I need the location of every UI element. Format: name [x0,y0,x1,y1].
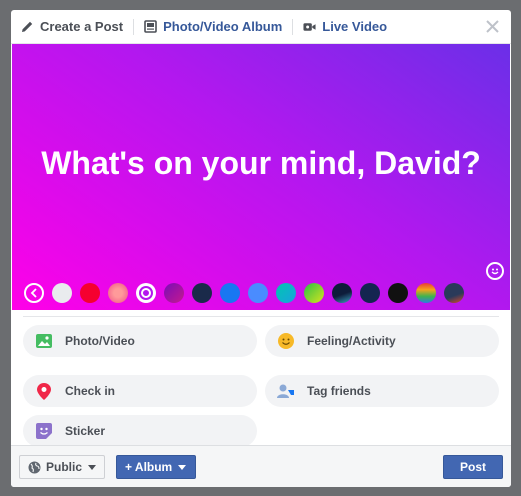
background-swatch[interactable] [108,283,128,303]
audience-label: Public [46,460,83,474]
emoji-button[interactable] [486,262,504,280]
tab-photo-album-label: Photo/Video Album [163,19,283,34]
background-swatch[interactable] [248,283,268,303]
tab-live-video[interactable]: Live Video [303,10,387,44]
tab-separator [292,18,294,35]
audience-selector[interactable]: Public [19,455,105,479]
add-album-label: + Album [125,460,173,474]
background-picker [24,283,472,303]
background-swatch[interactable] [332,283,352,303]
tab-live-video-label: Live Video [322,19,388,34]
tab-photo-album[interactable]: Photo/Video Album [144,10,282,44]
sticker-button[interactable]: Sticker [23,415,257,447]
background-swatch[interactable] [192,283,212,303]
background-swatch[interactable] [416,283,436,303]
tab-separator [133,18,135,35]
caret-down-icon [178,464,187,470]
background-swatch[interactable] [220,283,240,303]
composer-footer: Public + Album Post [11,445,511,487]
divider [23,316,499,317]
photo-video-label: Photo/Video [65,334,135,348]
photo-icon [35,332,53,350]
video-camera-icon [303,20,316,33]
post-label: Post [459,460,486,474]
tag-friends-label: Tag friends [307,384,371,398]
location-pin-icon [35,382,53,400]
smiley-icon [491,268,499,275]
background-swatch[interactable] [304,283,324,303]
background-swatch[interactable] [360,283,380,303]
album-icon [144,20,157,33]
close-button[interactable] [483,17,501,35]
caret-down-icon [88,464,97,470]
background-swatch[interactable] [444,283,464,303]
chevron-left-icon [30,288,37,298]
feeling-activity-button[interactable]: Feeling/Activity [265,325,499,357]
collapse-backgrounds-button[interactable] [24,283,44,303]
sticker-icon [35,422,53,440]
photo-video-button[interactable]: Photo/Video [23,325,257,357]
tab-create-post[interactable]: Create a Post [21,10,123,44]
background-swatch[interactable] [52,283,72,303]
post-background-canvas[interactable]: What's on your mind, David? [12,44,510,310]
close-icon [485,19,499,33]
post-button[interactable]: Post [443,455,503,479]
composer-tabs: Create a Post Photo/Video Album Live Vid… [11,10,511,44]
globe-icon [28,461,41,473]
post-text-input[interactable]: What's on your mind, David? [12,145,510,182]
check-in-button[interactable]: Check in [23,375,257,407]
feeling-smiley-icon [277,332,295,350]
tag-friends-button[interactable]: Tag friends [265,375,499,407]
check-in-label: Check in [65,384,116,398]
background-swatch-selected[interactable] [136,283,156,303]
pencil-icon [21,20,34,33]
background-swatch[interactable] [276,283,296,303]
create-post-dialog: Create a Post Photo/Video Album Live Vid… [11,10,511,487]
background-swatch[interactable] [388,283,408,303]
sticker-label: Sticker [65,424,106,438]
tab-create-post-label: Create a Post [40,19,124,34]
tag-friends-icon [277,382,295,400]
add-album-button[interactable]: + Album [116,455,196,479]
feeling-activity-label: Feeling/Activity [307,334,396,348]
selected-dot [141,288,151,298]
background-swatch[interactable] [80,283,100,303]
background-swatch[interactable] [164,283,184,303]
